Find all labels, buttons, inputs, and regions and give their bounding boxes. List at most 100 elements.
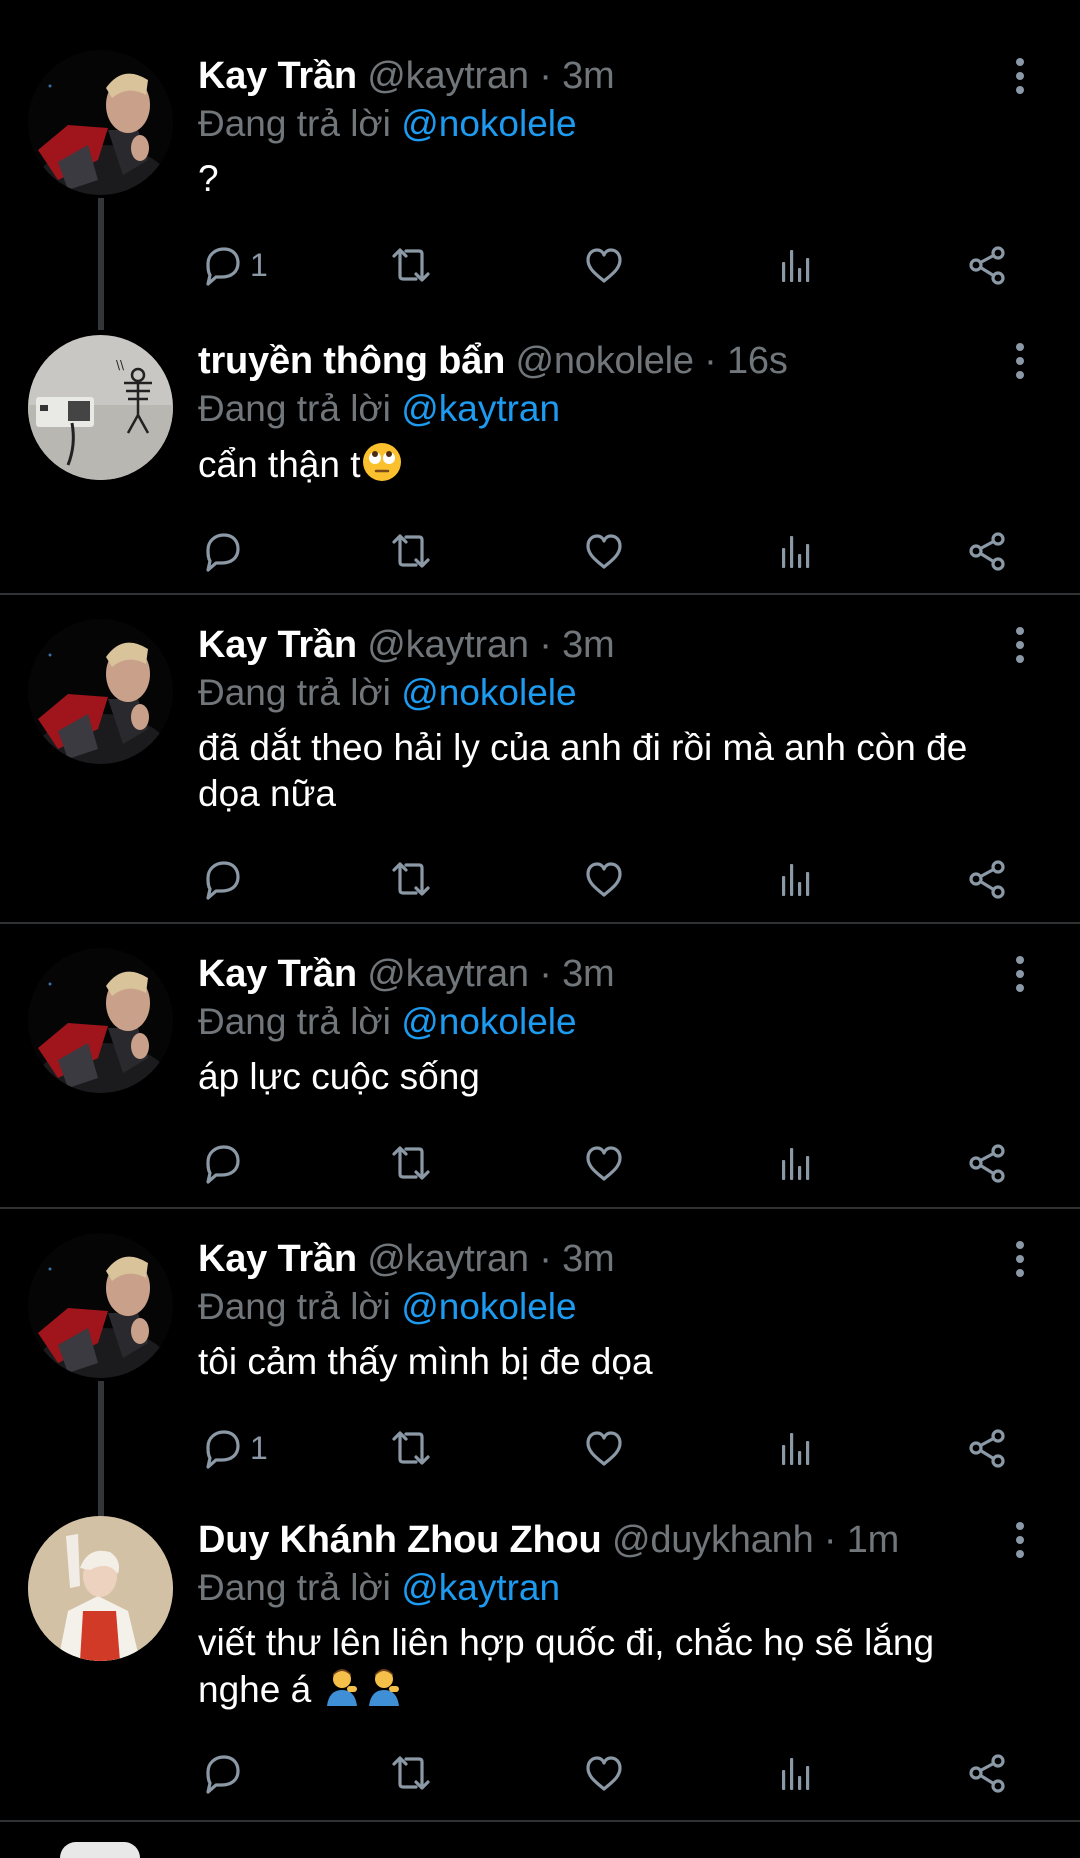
author-name[interactable]: Kay Trần bbox=[198, 624, 357, 666]
retweet-icon bbox=[392, 1756, 430, 1790]
mention-link[interactable]: @kaytran bbox=[401, 388, 560, 429]
views-button[interactable] bbox=[773, 854, 819, 904]
like-button[interactable] bbox=[581, 1748, 627, 1798]
separator: · bbox=[539, 55, 552, 97]
views-button[interactable] bbox=[773, 240, 819, 290]
tweet[interactable]: Kay Trần @kaytran · 3m Đang trả lời @nok… bbox=[0, 0, 1080, 330]
tweet-text: cẩn thận t bbox=[198, 441, 1000, 494]
timestamp[interactable]: 16s bbox=[727, 340, 788, 382]
timestamp[interactable]: 1m bbox=[847, 1519, 900, 1561]
tweet-text-line: đã dắt theo hải ly của anh đi rồi mà anh… bbox=[198, 727, 968, 768]
tweet[interactable]: Kay Trần @kaytran · 3m Đang trả lời @nok… bbox=[0, 595, 1080, 923]
author-name[interactable]: truyền thông bẩn bbox=[198, 340, 505, 382]
author-handle[interactable]: @kaytran bbox=[367, 1238, 529, 1280]
timestamp[interactable]: 3m bbox=[562, 953, 615, 995]
retweet-icon bbox=[392, 1146, 430, 1180]
share-icon bbox=[969, 246, 1005, 285]
retweet-button[interactable] bbox=[388, 1138, 434, 1188]
retweet-button[interactable] bbox=[388, 240, 434, 290]
views-button[interactable] bbox=[773, 1748, 819, 1798]
author-name[interactable]: Kay Trần bbox=[198, 1238, 357, 1280]
timestamp[interactable]: 3m bbox=[562, 55, 615, 97]
views-button[interactable] bbox=[773, 526, 819, 576]
tweet[interactable]: Duy Khánh Zhou Zhou @duykhanh · 1m Đang … bbox=[0, 1490, 1080, 1820]
reply-prefix: Đang trả lời bbox=[198, 1001, 391, 1042]
reply-prefix: Đang trả lời bbox=[198, 388, 391, 429]
views-icon bbox=[782, 250, 810, 282]
author-name[interactable]: Duy Khánh Zhou Zhou bbox=[198, 1519, 602, 1561]
avatar[interactable] bbox=[28, 948, 173, 1093]
retweet-icon bbox=[392, 1431, 430, 1465]
retweet-button[interactable] bbox=[388, 526, 434, 576]
reply-button[interactable]: 1 bbox=[198, 240, 268, 290]
tweet[interactable]: truyền thông bẩn @nokolele · 16s Đang tr… bbox=[0, 295, 1080, 593]
share-icon bbox=[969, 860, 1005, 899]
timestamp[interactable]: 3m bbox=[562, 624, 615, 666]
author-name[interactable]: Kay Trần bbox=[198, 55, 357, 97]
author-handle[interactable]: @nokolele bbox=[515, 340, 694, 382]
more-vertical-icon[interactable] bbox=[1000, 1516, 1040, 1564]
heart-icon bbox=[586, 1431, 622, 1466]
share-button[interactable] bbox=[964, 1748, 1010, 1798]
separator: · bbox=[539, 1238, 552, 1280]
author-handle[interactable]: @kaytran bbox=[367, 55, 529, 97]
tweet[interactable]: Kay Trần @kaytran · 3m Đang trả lời @nok… bbox=[0, 924, 1080, 1208]
share-button[interactable] bbox=[964, 240, 1010, 290]
retweet-button[interactable] bbox=[388, 1423, 434, 1473]
reply-button[interactable] bbox=[198, 526, 244, 576]
replying-to: Đang trả lời @kaytran bbox=[198, 1564, 1000, 1612]
heart-icon bbox=[586, 248, 622, 283]
like-button[interactable] bbox=[581, 1138, 627, 1188]
mention-link[interactable]: @nokolele bbox=[401, 672, 576, 713]
mention-link[interactable]: @kaytran bbox=[401, 1567, 560, 1608]
share-button[interactable] bbox=[964, 1138, 1010, 1188]
tweet[interactable]: Kay Trần @kaytran · 3m Đang trả lời @nok… bbox=[0, 1209, 1080, 1523]
reply-button[interactable]: 1 bbox=[198, 1423, 268, 1473]
more-vertical-icon[interactable] bbox=[1000, 950, 1040, 998]
timestamp[interactable]: 3m bbox=[562, 1238, 615, 1280]
avatar[interactable] bbox=[28, 619, 173, 764]
share-icon bbox=[969, 1754, 1005, 1793]
views-icon bbox=[782, 536, 810, 568]
author-handle[interactable]: @duykhanh bbox=[612, 1519, 814, 1561]
author-name[interactable]: Kay Trần bbox=[198, 953, 357, 995]
tweet-text-content: cẩn thận t bbox=[198, 444, 361, 485]
reply-prefix: Đang trả lời bbox=[198, 672, 391, 713]
avatar[interactable] bbox=[28, 50, 173, 195]
share-button[interactable] bbox=[964, 854, 1010, 904]
author-handle[interactable]: @kaytran bbox=[367, 953, 529, 995]
mention-link[interactable]: @nokolele bbox=[401, 1001, 576, 1042]
reply-icon bbox=[206, 1755, 240, 1794]
more-vertical-icon[interactable] bbox=[1000, 621, 1040, 669]
more-vertical-icon[interactable] bbox=[1000, 337, 1040, 385]
reply-button[interactable] bbox=[198, 1748, 244, 1798]
heart-icon bbox=[586, 1146, 622, 1181]
retweet-button[interactable] bbox=[388, 854, 434, 904]
views-button[interactable] bbox=[773, 1138, 819, 1188]
share-button[interactable] bbox=[964, 1423, 1010, 1473]
author-handle[interactable]: @kaytran bbox=[367, 624, 529, 666]
more-vertical-icon[interactable] bbox=[1000, 1235, 1040, 1283]
like-button[interactable] bbox=[581, 854, 627, 904]
person-tipping-hand-icon bbox=[363, 1666, 405, 1719]
reply-button[interactable] bbox=[198, 1138, 244, 1188]
like-button[interactable] bbox=[581, 240, 627, 290]
reply-button[interactable] bbox=[198, 854, 244, 904]
mention-link[interactable]: @nokolele bbox=[401, 103, 576, 144]
share-button[interactable] bbox=[964, 526, 1010, 576]
like-button[interactable] bbox=[581, 526, 627, 576]
share-icon bbox=[969, 532, 1005, 571]
separator: · bbox=[704, 340, 717, 382]
more-vertical-icon[interactable] bbox=[1000, 52, 1040, 100]
like-button[interactable] bbox=[581, 1423, 627, 1473]
avatar[interactable] bbox=[28, 335, 173, 480]
avatar[interactable] bbox=[28, 1516, 173, 1661]
retweet-button[interactable] bbox=[388, 1748, 434, 1798]
divider bbox=[0, 1820, 1080, 1822]
avatar[interactable] bbox=[28, 1233, 173, 1378]
mention-link[interactable]: @nokolele bbox=[401, 1286, 576, 1327]
views-icon bbox=[782, 1433, 810, 1465]
reply-prefix: Đang trả lời bbox=[198, 1286, 391, 1327]
retweet-icon bbox=[392, 534, 430, 568]
views-button[interactable] bbox=[773, 1423, 819, 1473]
